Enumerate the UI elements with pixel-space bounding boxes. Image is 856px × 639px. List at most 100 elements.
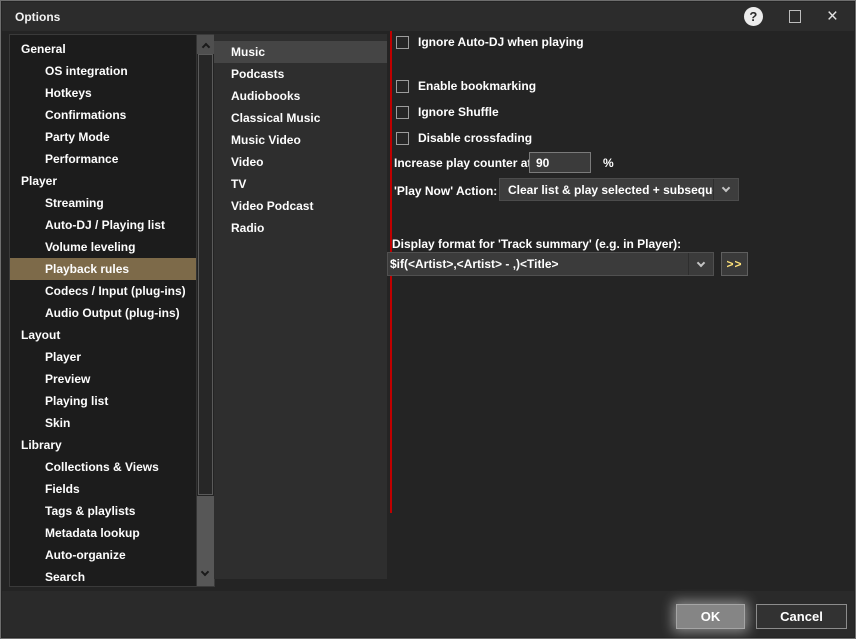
close-icon[interactable]: × xyxy=(827,7,838,26)
play-counter-row: Increase play counter at: % xyxy=(394,152,535,174)
tree-item-label: Search xyxy=(45,570,85,584)
media-type-item[interactable]: Classical Music xyxy=(214,107,387,129)
tree-item[interactable]: Preview xyxy=(10,368,214,390)
footer: OK Cancel xyxy=(2,591,854,637)
checkbox-row[interactable]: Ignore Auto-DJ when playing xyxy=(396,31,584,53)
tree-item[interactable]: Collections & Views xyxy=(10,456,214,478)
help-icon[interactable]: ? xyxy=(744,7,763,26)
media-type-label: Audiobooks xyxy=(231,89,300,103)
tree-item-label: Fields xyxy=(45,482,80,496)
media-type-item[interactable]: Music xyxy=(214,41,387,63)
tree-item-label: Audio Output (plug-ins) xyxy=(45,306,180,320)
checkbox-row[interactable]: Enable bookmarking xyxy=(396,75,536,97)
tree-item[interactable]: Tags & playlists xyxy=(10,500,214,522)
tree-scrollbar[interactable] xyxy=(196,35,214,586)
tree-item[interactable]: Skin xyxy=(10,412,214,434)
maximize-icon[interactable] xyxy=(789,10,801,23)
tree-item-label: Streaming xyxy=(45,196,104,210)
tree-item-label: Library xyxy=(21,438,62,452)
format-helper-button[interactable]: >> xyxy=(721,252,748,276)
checkbox[interactable] xyxy=(396,132,409,145)
tree-item[interactable]: Codecs / Input (plug-ins) xyxy=(10,280,214,302)
play-now-label: 'Play Now' Action: xyxy=(394,184,497,198)
checkbox-row[interactable]: Disable crossfading xyxy=(396,127,532,149)
tree-item-label: OS integration xyxy=(45,64,128,78)
tree-item-label: Performance xyxy=(45,152,118,166)
tree-item-label: Playback rules xyxy=(45,262,129,276)
play-now-row: 'Play Now' Action: Clear list & play sel… xyxy=(394,179,497,202)
media-type-item[interactable]: TV xyxy=(214,173,387,195)
window-title: Options xyxy=(15,10,60,24)
tree-item-label: Party Mode xyxy=(45,130,110,144)
chevron-down-icon xyxy=(722,184,730,192)
tree-item[interactable]: Player xyxy=(10,170,214,192)
ok-button[interactable]: OK xyxy=(676,604,745,629)
tree-item[interactable]: Search xyxy=(10,566,214,587)
checkbox[interactable] xyxy=(396,80,409,93)
options-dialog: Options ? × General OS integration Hotke… xyxy=(0,0,856,639)
tree-item-label: General xyxy=(21,42,66,56)
tree-item[interactable]: Party Mode xyxy=(10,126,214,148)
tree-item-label: Confirmations xyxy=(45,108,126,122)
tree-item[interactable]: Auto-organize xyxy=(10,544,214,566)
tree-item-label: Codecs / Input (plug-ins) xyxy=(45,284,186,298)
media-type-item[interactable]: Video Podcast xyxy=(214,195,387,217)
tree-item[interactable]: Layout xyxy=(10,324,214,346)
titlebar: Options ? × xyxy=(2,2,854,31)
tree-item[interactable]: Hotkeys xyxy=(10,82,214,104)
tree-item[interactable]: OS integration xyxy=(10,60,214,82)
play-counter-label: Increase play counter at: xyxy=(394,156,535,170)
scroll-up-button[interactable] xyxy=(197,35,214,54)
media-type-label: Podcasts xyxy=(231,67,284,81)
media-type-label: Music Video xyxy=(231,133,301,147)
checkbox-label: Disable crossfading xyxy=(418,131,532,145)
display-format-value: $if(<Artist>,<Artist> - ,)<Title> xyxy=(388,257,688,271)
tree-item[interactable]: Auto-DJ / Playing list xyxy=(10,214,214,236)
tree-item-label: Tags & playlists xyxy=(45,504,135,518)
tree-item[interactable]: Confirmations xyxy=(10,104,214,126)
tree-item[interactable]: Playback rules xyxy=(10,258,214,280)
media-type-item[interactable]: Audiobooks xyxy=(214,85,387,107)
checkbox-label: Enable bookmarking xyxy=(418,79,536,93)
dropdown-arrow[interactable] xyxy=(688,253,713,275)
tree-item[interactable]: Library xyxy=(10,434,214,456)
checkbox[interactable] xyxy=(396,106,409,119)
media-type-item[interactable]: Radio xyxy=(214,217,387,239)
tree-item[interactable]: Streaming xyxy=(10,192,214,214)
dropdown-arrow[interactable] xyxy=(713,179,738,200)
tree-item-label: Playing list xyxy=(45,394,108,408)
media-type-label: TV xyxy=(231,177,246,191)
tree-item[interactable]: Performance xyxy=(10,148,214,170)
chevron-up-icon xyxy=(201,42,209,50)
tree-item[interactable]: Audio Output (plug-ins) xyxy=(10,302,214,324)
checkbox[interactable] xyxy=(396,36,409,49)
media-type-item[interactable]: Video xyxy=(214,151,387,173)
play-now-dropdown[interactable]: Clear list & play selected + subsequent xyxy=(499,178,739,201)
options-tree: General OS integration Hotkeys Confirmat… xyxy=(9,34,215,587)
tree-item-label: Hotkeys xyxy=(45,86,92,100)
tree-item[interactable]: Volume leveling xyxy=(10,236,214,258)
play-counter-input[interactable] xyxy=(529,152,591,173)
checkbox-label: Ignore Auto-DJ when playing xyxy=(418,35,584,49)
tree-item[interactable]: General xyxy=(10,38,214,60)
tree-item-label: Auto-DJ / Playing list xyxy=(45,218,165,232)
display-format-label: Display format for 'Track summary' (e.g.… xyxy=(392,237,681,251)
tree-item[interactable]: Fields xyxy=(10,478,214,500)
tree-item-label: Player xyxy=(45,350,81,364)
titlebar-buttons: ? × xyxy=(744,7,838,26)
chevron-down-icon xyxy=(201,568,209,576)
percent-suffix: % xyxy=(603,156,614,170)
tree-item[interactable]: Metadata lookup xyxy=(10,522,214,544)
tree-item-label: Metadata lookup xyxy=(45,526,140,540)
cancel-button[interactable]: Cancel xyxy=(756,604,847,629)
tree-item-label: Layout xyxy=(21,328,60,342)
display-format-combobox[interactable]: $if(<Artist>,<Artist> - ,)<Title> xyxy=(387,252,714,276)
media-type-item[interactable]: Podcasts xyxy=(214,63,387,85)
media-type-item[interactable]: Music Video xyxy=(214,129,387,151)
tree-item-label: Player xyxy=(21,174,57,188)
tree-item[interactable]: Playing list xyxy=(10,390,214,412)
scroll-down-button[interactable] xyxy=(197,496,214,586)
checkbox-row[interactable]: Ignore Shuffle xyxy=(396,101,499,123)
scrollbar-thumb[interactable] xyxy=(198,54,213,495)
tree-item[interactable]: Player xyxy=(10,346,214,368)
